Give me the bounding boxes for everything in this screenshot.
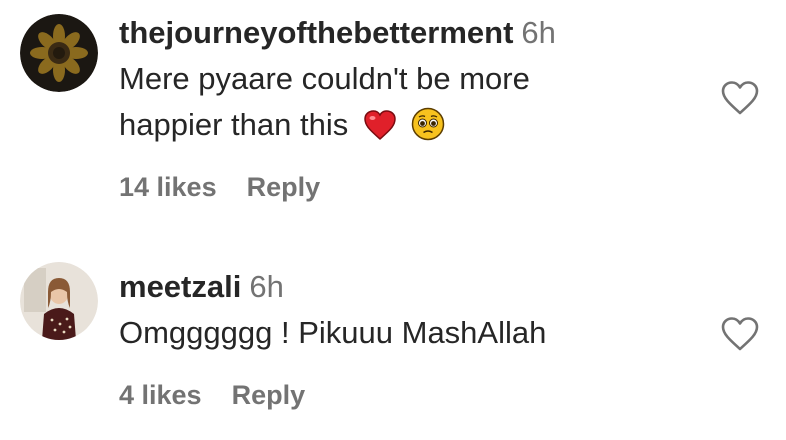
comment-text-line: happier than this — [119, 107, 349, 142]
comment-meta: 14 likes Reply — [119, 172, 320, 203]
comment-body: meetzali 6h Omgggggg ! Pikuuu MashAllah — [119, 268, 546, 356]
red-heart-icon — [363, 108, 397, 154]
comment-text-line: Mere pyaare couldn't be more — [119, 61, 530, 96]
comment-text: Mere pyaare couldn't be more happier tha… — [119, 56, 556, 154]
likes-count[interactable]: 4 likes — [119, 380, 202, 410]
avatar[interactable] — [20, 262, 98, 340]
username[interactable]: thejourneyofthebetterment — [119, 15, 513, 50]
comment-header: thejourneyofthebetterment 6h — [119, 14, 556, 52]
like-heart-icon[interactable] — [720, 80, 760, 116]
pleading-face-icon — [411, 107, 445, 154]
reply-button[interactable]: Reply — [247, 172, 321, 202]
sunflower-avatar-image — [20, 14, 98, 92]
username[interactable]: meetzali — [119, 269, 241, 304]
likes-count[interactable]: 14 likes — [119, 172, 217, 202]
comment-item: thejourneyofthebetterment 6h Mere pyaare … — [0, 0, 786, 230]
like-heart-icon[interactable] — [720, 316, 760, 352]
timestamp[interactable]: 6h — [249, 269, 283, 304]
comment-body: thejourneyofthebetterment 6h Mere pyaare … — [119, 14, 556, 154]
person-avatar-image — [20, 262, 98, 340]
comment-text-line-with-emoji: happier than this — [119, 102, 556, 154]
comment-text: Omgggggg ! Pikuuu MashAllah — [119, 315, 547, 350]
avatar[interactable] — [20, 14, 98, 92]
comment-header: meetzali 6h — [119, 268, 546, 306]
reply-button[interactable]: Reply — [232, 380, 306, 410]
comment-meta: 4 likes Reply — [119, 380, 305, 411]
timestamp[interactable]: 6h — [521, 15, 555, 50]
